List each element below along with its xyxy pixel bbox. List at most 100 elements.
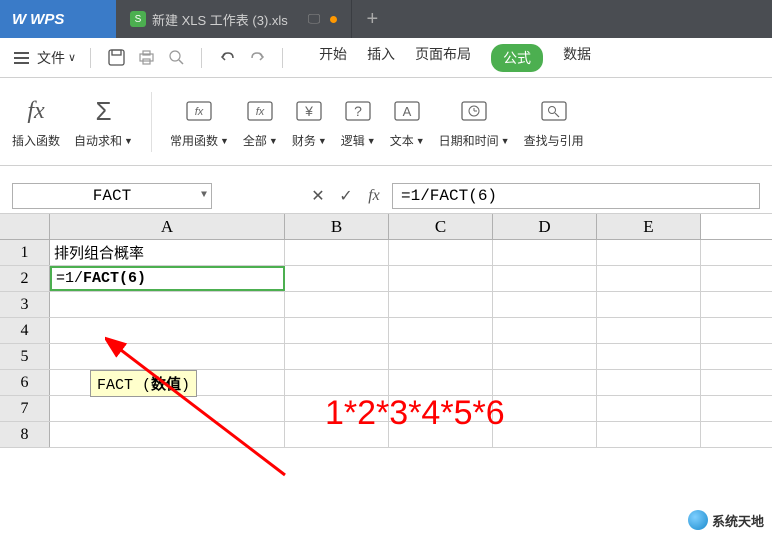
- cell-D6[interactable]: [493, 370, 597, 395]
- svg-text:fx: fx: [195, 106, 204, 118]
- column-header-A[interactable]: A: [50, 214, 285, 239]
- cell-D2[interactable]: [493, 266, 597, 291]
- cell-B1[interactable]: [285, 240, 389, 265]
- monitor-icon: 🖵: [308, 11, 321, 27]
- text-icon: A: [390, 94, 424, 128]
- chevron-down-icon: ▼: [220, 136, 229, 146]
- cancel-button[interactable]: ✕: [308, 186, 328, 206]
- cell-A7[interactable]: [50, 396, 285, 421]
- cell-A1[interactable]: 排列组合概率: [50, 240, 285, 265]
- tab-insert[interactable]: 插入: [367, 44, 395, 72]
- print-button[interactable]: [135, 47, 157, 69]
- cell-B4[interactable]: [285, 318, 389, 343]
- cell-E6[interactable]: [597, 370, 701, 395]
- chevron-down-icon: ▼: [124, 136, 133, 146]
- chevron-down-icon: ▼: [269, 136, 278, 146]
- financial-button[interactable]: ¥ 财务▼: [292, 94, 327, 149]
- cell-E7[interactable]: [597, 396, 701, 421]
- cell-B6[interactable]: [285, 370, 389, 395]
- watermark: 系统天地: [688, 510, 764, 530]
- cell-B3[interactable]: [285, 292, 389, 317]
- cell-C3[interactable]: [389, 292, 493, 317]
- cell-E3[interactable]: [597, 292, 701, 317]
- redo-button[interactable]: [246, 47, 268, 69]
- insert-function-button[interactable]: fx 插入函数: [12, 94, 60, 149]
- print-preview-button[interactable]: [165, 47, 187, 69]
- all-functions-button[interactable]: fx 全部▼: [243, 94, 278, 149]
- cell-A5[interactable]: [50, 344, 285, 369]
- column-header-D[interactable]: D: [493, 214, 597, 239]
- date-time-button[interactable]: 日期和时间▼: [439, 94, 510, 149]
- row-header-3[interactable]: 3: [0, 292, 50, 317]
- cell-A4[interactable]: [50, 318, 285, 343]
- lookup-reference-button[interactable]: 查找与引用: [524, 94, 584, 149]
- new-tab-button[interactable]: +: [352, 0, 392, 38]
- row-header-4[interactable]: 4: [0, 318, 50, 343]
- row-header-8[interactable]: 8: [0, 422, 50, 447]
- text-button[interactable]: A 文本▼: [390, 94, 425, 149]
- cell-C6[interactable]: [389, 370, 493, 395]
- cell-B5[interactable]: [285, 344, 389, 369]
- wps-w-icon: W: [12, 11, 26, 28]
- row-header-5[interactable]: 5: [0, 344, 50, 369]
- select-all-corner[interactable]: [0, 214, 50, 239]
- common-functions-button[interactable]: fx 常用函数▼: [170, 94, 229, 149]
- tab-data[interactable]: 数据: [563, 44, 591, 72]
- cell-C1[interactable]: [389, 240, 493, 265]
- chevron-down-icon: ▼: [501, 136, 510, 146]
- cell-E5[interactable]: [597, 344, 701, 369]
- annotation-text: 1*2*3*4*5*6: [325, 394, 505, 433]
- document-tab[interactable]: S 新建 XLS 工作表 (3).xls 🖵: [116, 0, 352, 38]
- row-header-2[interactable]: 2: [0, 266, 50, 291]
- function-button[interactable]: fx: [364, 186, 384, 206]
- row-header-7[interactable]: 7: [0, 396, 50, 421]
- cell-D4[interactable]: [493, 318, 597, 343]
- print-icon: [138, 49, 155, 66]
- formula-input[interactable]: =1/FACT(6): [392, 183, 760, 209]
- cell-A3[interactable]: [50, 292, 285, 317]
- chevron-down-icon[interactable]: ▼: [201, 190, 207, 201]
- cell-D3[interactable]: [493, 292, 597, 317]
- menu-bar: 文件 ∨ 开始 插入 页面布局 公式 数据: [0, 38, 772, 78]
- tab-formula[interactable]: 公式: [491, 44, 543, 72]
- undo-button[interactable]: [216, 47, 238, 69]
- cell-D1[interactable]: [493, 240, 597, 265]
- column-header-E[interactable]: E: [597, 214, 701, 239]
- autosum-button[interactable]: Σ 自动求和▼: [74, 94, 133, 149]
- cell-C2[interactable]: [389, 266, 493, 291]
- cell-E4[interactable]: [597, 318, 701, 343]
- row-5: 5: [0, 344, 772, 370]
- cell-D7[interactable]: [493, 396, 597, 421]
- column-header-C[interactable]: C: [389, 214, 493, 239]
- lookup-icon: [537, 94, 571, 128]
- cell-C5[interactable]: [389, 344, 493, 369]
- file-menu[interactable]: 文件 ∨: [37, 48, 76, 68]
- divider: [201, 48, 202, 68]
- fx-star-icon: fx: [182, 94, 216, 128]
- cell-A8[interactable]: [50, 422, 285, 447]
- row-4: 4: [0, 318, 772, 344]
- cell-A2[interactable]: =1/FACT(6): [50, 266, 285, 291]
- cell-B2[interactable]: [285, 266, 389, 291]
- cell-D5[interactable]: [493, 344, 597, 369]
- column-header-B[interactable]: B: [285, 214, 389, 239]
- logical-button[interactable]: ? 逻辑▼: [341, 94, 376, 149]
- svg-text:?: ?: [354, 103, 362, 119]
- row-header-6[interactable]: 6: [0, 370, 50, 395]
- cell-C4[interactable]: [389, 318, 493, 343]
- save-button[interactable]: [105, 47, 127, 69]
- redo-icon: [249, 49, 266, 66]
- cell-E8[interactable]: [597, 422, 701, 447]
- cell-E2[interactable]: [597, 266, 701, 291]
- tab-start[interactable]: 开始: [319, 44, 347, 72]
- enter-button[interactable]: ✓: [336, 186, 356, 206]
- cell-E1[interactable]: [597, 240, 701, 265]
- hamburger-icon[interactable]: [14, 52, 29, 64]
- row-header-1[interactable]: 1: [0, 240, 50, 265]
- spreadsheet-icon: S: [130, 11, 146, 27]
- tab-page-layout[interactable]: 页面布局: [415, 44, 471, 72]
- chevron-down-icon: ▼: [367, 136, 376, 146]
- name-box[interactable]: FACT ▼: [12, 183, 212, 209]
- row-2: 2 =1/FACT(6): [0, 266, 772, 292]
- cell-D8[interactable]: [493, 422, 597, 447]
